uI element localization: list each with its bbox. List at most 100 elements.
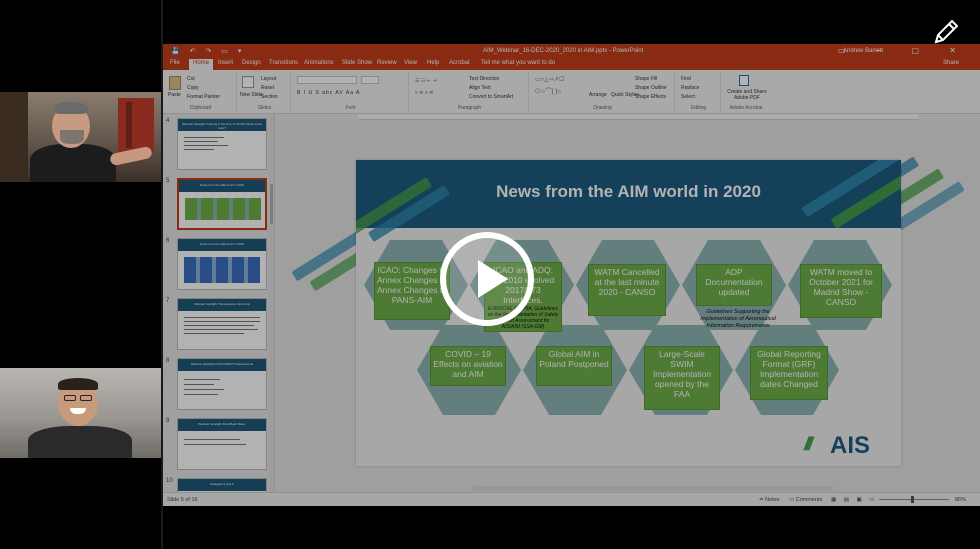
- zoom-slider-handle[interactable]: [911, 496, 914, 503]
- news-text: Global AIM in Poland Postponed: [539, 349, 609, 369]
- pencil-icon[interactable]: [930, 16, 962, 48]
- ais-logo: /// AIS: [804, 432, 894, 459]
- align-text-button[interactable]: Align Text: [469, 85, 491, 91]
- thumb-number: 5: [166, 178, 170, 184]
- section-button[interactable]: Section: [261, 94, 278, 100]
- news-text: COVID – 19 Effects on aviation and AIM: [433, 349, 503, 379]
- tab-design[interactable]: Design: [242, 60, 261, 66]
- notes-button[interactable]: ≐ Notes: [759, 497, 780, 503]
- window-title: AIM_Webinar_16-DEC-2020_2020 in AIM.pptx…: [483, 48, 644, 54]
- tab-acrobat[interactable]: Acrobat: [449, 60, 470, 66]
- news-box[interactable]: Global AIM in Poland Postponed: [536, 346, 612, 386]
- tab-help[interactable]: Help: [427, 60, 439, 66]
- shape-outline-button[interactable]: Shape Outline: [635, 85, 667, 91]
- paragraph-label: Paragraph: [457, 105, 482, 111]
- slide-thumbnail-5[interactable]: News from the AIM world in 2020: [177, 178, 267, 230]
- slides-label: Slides: [257, 105, 272, 111]
- tab-animations[interactable]: Animations: [304, 60, 334, 66]
- participant-video-2[interactable]: [0, 368, 161, 458]
- cut-button[interactable]: Cut: [187, 76, 195, 82]
- news-box[interactable]: COVID – 19 Effects on aviation and AIM: [430, 346, 506, 386]
- slide-thumbnail-8[interactable]: Webinar Spotlight ICAO IMPACT Assessment…: [177, 358, 267, 410]
- tab-review[interactable]: Review: [377, 60, 397, 66]
- new-slide-button[interactable]: New Slide: [240, 92, 263, 98]
- reset-button[interactable]: Reset: [261, 85, 274, 91]
- share-button[interactable]: Share: [943, 60, 959, 66]
- thumb-title: Webinar Spotlight Transmission First Loo…: [178, 299, 266, 311]
- thumb-line: [184, 137, 224, 138]
- slide-thumbnail-6[interactable]: News from the AIM world in 2020: [177, 238, 267, 290]
- shape-effects-button[interactable]: Shape Effects: [635, 94, 666, 100]
- text-direction-button[interactable]: Text Direction: [469, 76, 499, 82]
- editing-label: Editing: [690, 105, 707, 111]
- thumb-hex-grid: [184, 257, 260, 283]
- news-box[interactable]: ICAO: Changes to Annex Changes to Annex …: [374, 262, 450, 320]
- adobe-pdf-icon[interactable]: [739, 75, 749, 86]
- convert-smartart-button[interactable]: Convert to SmartArt: [469, 94, 513, 100]
- shapes-gallery-icon-2[interactable]: ⬠☆⌒{ }⌂: [535, 86, 561, 95]
- thumb-line: [184, 379, 220, 380]
- slide-thumbnail-4[interactable]: Webinar Spotlight Training in the time o…: [177, 118, 267, 170]
- slide-thumbnail-10[interactable]: Delegate Q and A: [177, 478, 267, 492]
- thumb-number: 7: [166, 298, 170, 304]
- thumb-title: News from the AIM world in 2020: [178, 239, 266, 251]
- video-play-button[interactable]: [440, 232, 534, 326]
- news-box[interactable]: Global Reporting Format (GRF) Implementa…: [750, 346, 828, 400]
- news-box[interactable]: ADP Documentation updated: [696, 264, 772, 306]
- select-button[interactable]: Select: [681, 94, 695, 100]
- news-box[interactable]: Large-Scale SWIM Implementation opened b…: [644, 346, 720, 410]
- replace-button[interactable]: Replace: [681, 85, 699, 91]
- shapes-gallery-icon[interactable]: ▭○△⇨↗☐: [535, 76, 564, 83]
- list-icons[interactable]: ☰ ☷ ⇤ ⇥: [415, 78, 437, 84]
- drawing-group: ▭○△⇨↗☐ ⬠☆⌒{ }⌂ Arrange Quick Styles Shap…: [531, 72, 675, 112]
- news-text: Large-Scale SWIM Implementation opened b…: [652, 349, 712, 399]
- quick-access-toolbar[interactable]: 💾 ↶ ↷ ▭ ▾: [171, 47, 245, 55]
- current-slide[interactable]: News from the AIM world in 2020 ICAO: Ch…: [356, 160, 901, 466]
- zoom-slider[interactable]: [879, 499, 949, 500]
- paste-icon[interactable]: [169, 76, 181, 90]
- clipboard-group: Paste Cut Copy Format Painter Clipboard: [165, 72, 237, 112]
- tab-slide-show[interactable]: Slide Show: [342, 60, 372, 66]
- adobe-label: Adobe Acrobat: [729, 105, 763, 111]
- comments-button[interactable]: ▭ Comments: [789, 497, 822, 503]
- paste-button[interactable]: Paste: [168, 92, 181, 98]
- font-style-buttons[interactable]: B I U S abc AV Aa A: [297, 90, 360, 96]
- tab-view[interactable]: View: [404, 60, 417, 66]
- font-size-box[interactable]: [361, 76, 379, 84]
- participant-video-1[interactable]: [0, 92, 161, 182]
- slide-title[interactable]: News from the AIM world in 2020: [356, 182, 901, 202]
- news-text: Global Reporting Format (GRF) Implementa…: [757, 349, 821, 389]
- font-label: Font: [345, 105, 356, 111]
- slide-counter: Slide 5 of 16: [167, 497, 198, 503]
- news-box[interactable]: WATM Cancelled at the last minute 2020 -…: [588, 264, 666, 316]
- tab-home[interactable]: Home: [189, 59, 214, 70]
- format-painter-button[interactable]: Format Painter: [187, 94, 220, 100]
- create-share-pdf-button[interactable]: Create and Share Adobe PDF: [725, 89, 769, 101]
- thumb-line: [184, 145, 228, 146]
- shape-fill-button[interactable]: Shape Fill: [635, 76, 657, 82]
- thumb-line: [184, 317, 260, 318]
- view-buttons[interactable]: ▦ ▤ ▣ ▭: [831, 497, 877, 503]
- news-text: ADP Documentation updated: [705, 267, 763, 297]
- zoom-level[interactable]: 86%: [955, 497, 966, 503]
- layout-button[interactable]: Layout: [261, 76, 276, 82]
- tab-insert[interactable]: Insert: [218, 60, 233, 66]
- tab-transitions[interactable]: Transitions: [269, 60, 298, 66]
- font-name-box[interactable]: [297, 76, 357, 84]
- thumb-title: News from the AIM world in 2020: [179, 180, 265, 192]
- copy-button[interactable]: Copy: [187, 85, 199, 91]
- arrange-button[interactable]: Arrange: [589, 92, 607, 98]
- new-slide-icon[interactable]: [242, 76, 254, 88]
- thumb-line: [184, 333, 244, 334]
- slide-thumbnail-9[interactable]: Webinar Spotlight Build Back Better: [177, 418, 267, 470]
- thumbnails-scrollbar[interactable]: [269, 114, 274, 492]
- scroll-thumb[interactable]: [270, 184, 273, 224]
- thumb-number: 4: [166, 118, 170, 124]
- find-button[interactable]: Find: [681, 76, 691, 82]
- news-box[interactable]: WATM moved to October 2021 for Madrid Sh…: [800, 264, 882, 318]
- horizontal-scrollbar[interactable]: [473, 486, 833, 491]
- tell-me-search[interactable]: Tell me what you want to do: [481, 60, 555, 66]
- tab-file[interactable]: File: [170, 60, 180, 66]
- align-icons[interactable]: ≡ ≣ ≡ ≣: [415, 90, 433, 96]
- slide-thumbnail-7[interactable]: Webinar Spotlight Transmission First Loo…: [177, 298, 267, 350]
